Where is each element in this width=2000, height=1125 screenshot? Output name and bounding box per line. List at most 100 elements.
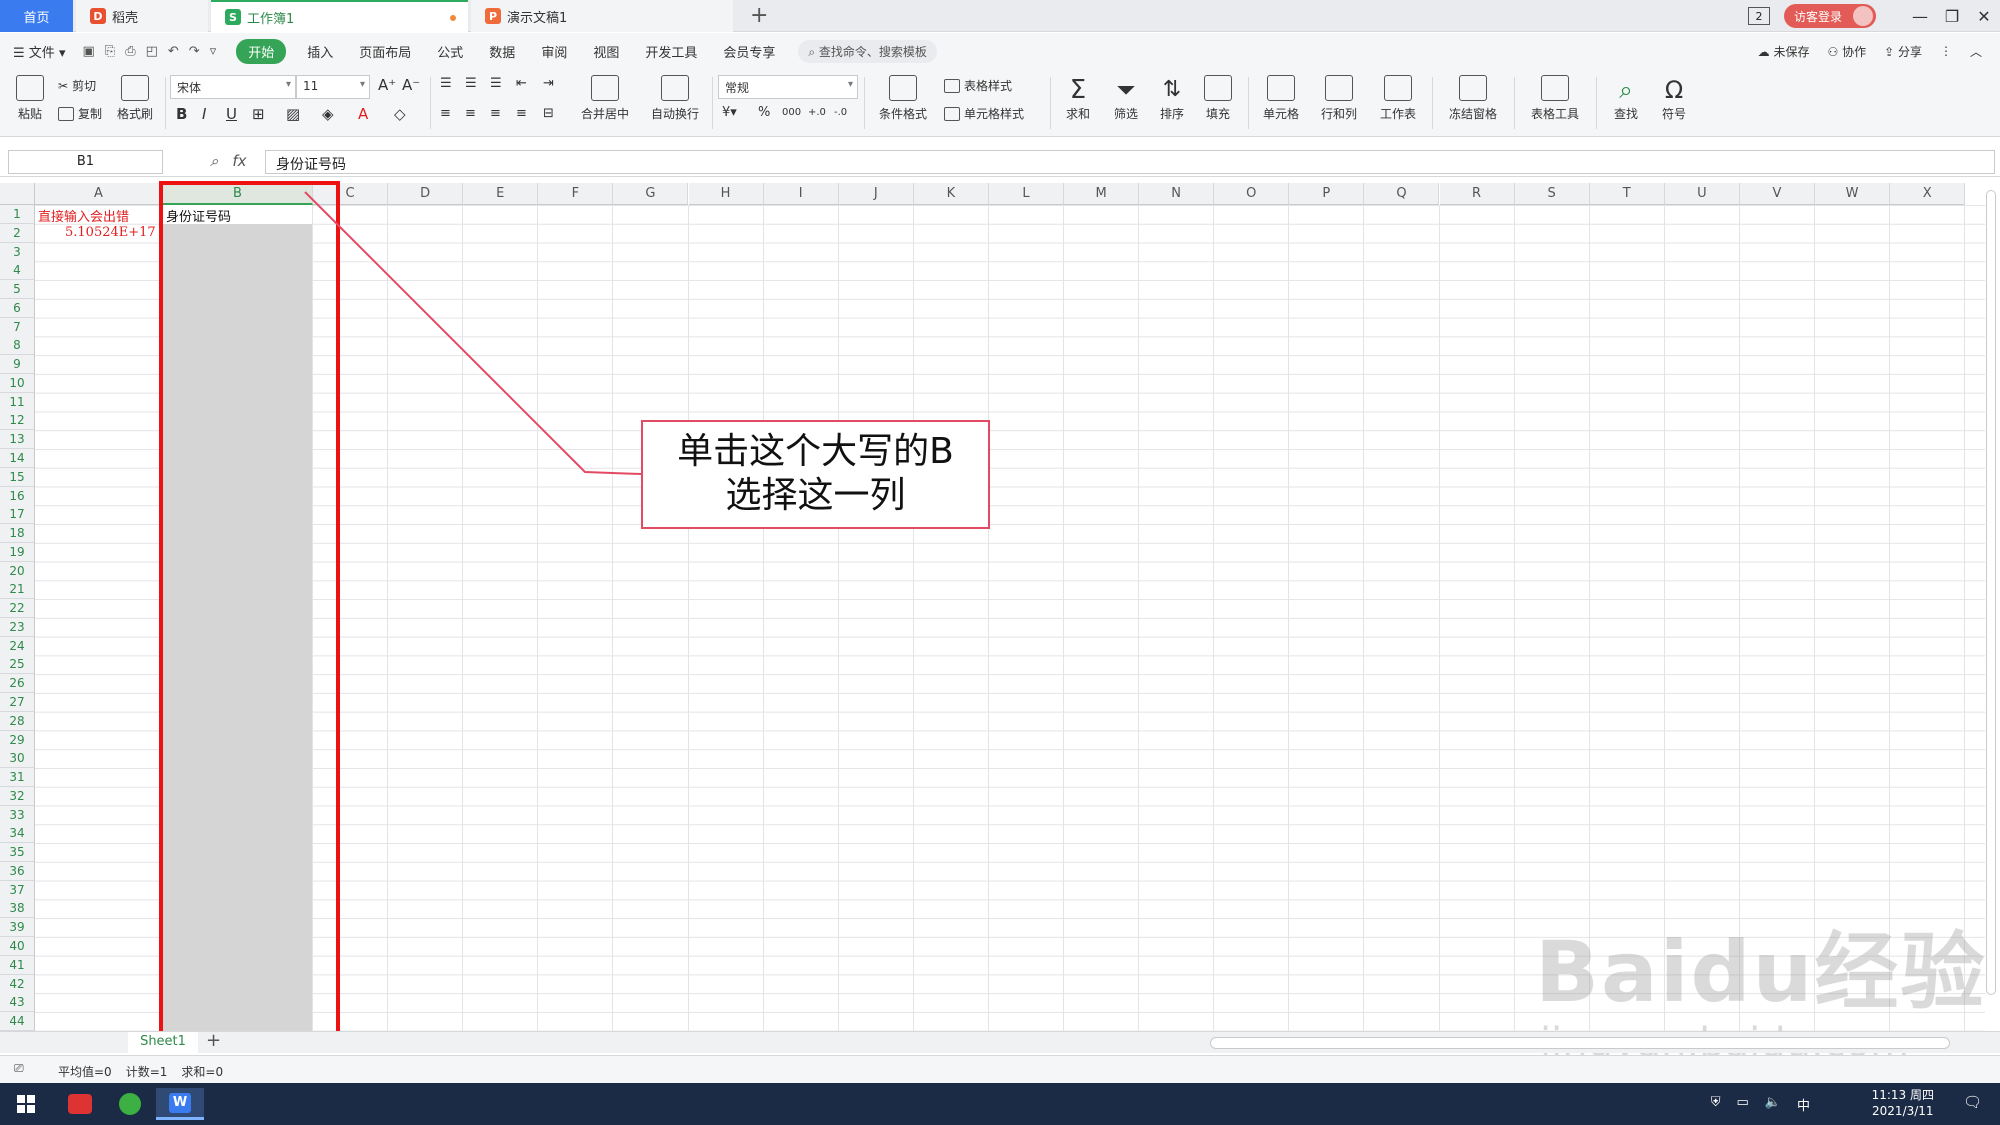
tab-workbook[interactable]: S 工作簿1 [211, 0, 468, 32]
column-header-t[interactable]: T [1589, 183, 1665, 205]
tab-daoke[interactable]: D 稻壳 [76, 0, 208, 32]
row-header[interactable]: 9 [0, 355, 35, 375]
row-header[interactable]: 44 [0, 1012, 35, 1031]
cell-a2[interactable]: 5.10524E+17 [65, 225, 156, 240]
row-header[interactable]: 37 [0, 880, 35, 900]
conditional-format-button[interactable]: 条件格式 [872, 75, 934, 122]
column-header-l[interactable]: L [988, 183, 1064, 205]
share-button[interactable]: ⇪ 分享 [1884, 43, 1922, 60]
column-header-q[interactable]: Q [1364, 183, 1440, 205]
restore-button[interactable]: ❐ [1936, 7, 1968, 26]
column-header-s[interactable]: S [1514, 183, 1590, 205]
table-style-button[interactable]: 表格样式 [944, 77, 1012, 94]
row-header[interactable]: 27 [0, 693, 35, 713]
taskbar-wps-app[interactable]: W [156, 1088, 204, 1120]
indent-decrease-icon[interactable]: ⇤ [516, 76, 527, 91]
new-tab-button[interactable]: + [750, 3, 768, 28]
font-size-select[interactable]: 11 [296, 75, 370, 99]
unsaved-button[interactable]: ☁ 未保存 [1758, 43, 1810, 60]
justify-icon[interactable]: ≡ [516, 106, 527, 121]
row-header[interactable]: 32 [0, 786, 35, 806]
more-icon[interactable]: ⋮ [1940, 44, 1952, 58]
font-name-select[interactable]: 宋体 [170, 75, 296, 99]
tab-home[interactable]: 首页 [0, 0, 73, 32]
cut-button[interactable]: ✂ 剪切 [58, 77, 96, 94]
redo-icon[interactable]: ↷ [189, 44, 200, 59]
shield-icon[interactable]: ⛨ [1711, 1095, 1721, 1114]
zoom-formula-icon[interactable]: ⌕ [210, 152, 218, 170]
sheet-tab-sheet1[interactable]: Sheet1 [128, 1032, 198, 1054]
command-search-input[interactable]: ⌕ 查找命令、搜索模板 [798, 39, 937, 63]
vertical-scrollbar[interactable] [1986, 190, 1996, 995]
thousands-icon[interactable]: 000 [782, 107, 801, 118]
row-header[interactable]: 25 [0, 655, 35, 675]
row-header[interactable]: 8 [0, 336, 35, 356]
percent-icon[interactable]: % [758, 105, 770, 120]
decrease-font-icon[interactable]: A⁻ [402, 76, 420, 94]
formula-input[interactable]: 身份证号码 [265, 150, 1995, 174]
cell-shade-icon[interactable]: ▨ [286, 105, 300, 123]
window-count-badge[interactable]: 2 [1747, 7, 1770, 25]
sum-button[interactable]: Σ 求和 [1056, 75, 1100, 122]
collab-button[interactable]: ⚇ 协作 [1828, 43, 1867, 60]
row-header[interactable]: 43 [0, 993, 35, 1013]
row-header[interactable]: 40 [0, 937, 35, 957]
name-box[interactable]: B1 [8, 150, 163, 174]
row-header[interactable]: 20 [0, 561, 35, 581]
row-header[interactable]: 29 [0, 730, 35, 750]
column-header-v[interactable]: V [1739, 183, 1815, 205]
paste-button[interactable]: 粘贴 [10, 75, 50, 122]
volume-icon[interactable]: 🔈 [1765, 1095, 1781, 1114]
column-header-d[interactable]: D [388, 183, 464, 205]
row-header[interactable]: 33 [0, 805, 35, 825]
add-sheet-button[interactable]: + [206, 1030, 221, 1051]
increase-font-icon[interactable]: A⁺ [378, 76, 396, 94]
column-header-a[interactable]: A [35, 183, 163, 205]
row-header[interactable]: 7 [0, 317, 35, 337]
tab-data[interactable]: 数据 [476, 42, 528, 61]
save-icon[interactable]: ▣ [82, 44, 94, 59]
border-icon[interactable]: ⊞ [252, 105, 265, 123]
align-middle-icon[interactable]: ☰ [465, 76, 477, 91]
cell-button[interactable]: 单元格 [1256, 75, 1306, 122]
row-header[interactable]: 3 [0, 242, 35, 262]
fx-icon[interactable]: fx [232, 152, 246, 170]
column-header-m[interactable]: M [1064, 183, 1140, 205]
row-header[interactable]: 21 [0, 580, 35, 600]
column-header-h[interactable]: H [688, 183, 764, 205]
row-header[interactable]: 24 [0, 636, 35, 656]
collapse-ribbon-icon[interactable]: ︿ [1970, 43, 1982, 60]
row-header[interactable]: 14 [0, 449, 35, 468]
row-header[interactable]: 1 [0, 205, 35, 224]
row-header[interactable]: 39 [0, 918, 35, 938]
filter-button[interactable]: ⏷ 筛选 [1104, 75, 1148, 122]
ime-indicator[interactable]: 中 [1797, 1095, 1810, 1114]
align-center-icon[interactable]: ≡ [465, 106, 476, 121]
align-right-icon[interactable]: ≡ [490, 106, 501, 121]
decimal-increase-icon[interactable]: +.0 [808, 107, 826, 118]
horizontal-scrollbar[interactable] [1210, 1037, 1950, 1049]
undo-icon[interactable]: ↶ [168, 44, 179, 59]
indent-increase-icon[interactable]: ⇥ [543, 76, 554, 91]
column-header-x[interactable]: X [1890, 183, 1966, 205]
row-header[interactable]: 13 [0, 430, 35, 450]
underline-button[interactable]: U [226, 105, 237, 123]
row-header[interactable]: 19 [0, 542, 35, 562]
row-header[interactable]: 5 [0, 280, 35, 300]
tab-member[interactable]: 会员专享 [710, 42, 788, 61]
bold-button[interactable]: B [176, 105, 187, 123]
column-header-j[interactable]: J [838, 183, 914, 205]
row-header[interactable]: 16 [0, 486, 35, 506]
row-header[interactable]: 15 [0, 467, 35, 487]
taskbar-browser-app[interactable] [106, 1088, 154, 1120]
tab-view[interactable]: 视图 [580, 42, 632, 61]
column-header-k[interactable]: K [913, 183, 989, 205]
row-header[interactable]: 38 [0, 899, 35, 919]
merge-center-button[interactable]: 合并居中 [575, 75, 635, 122]
row-header[interactable]: 42 [0, 974, 35, 994]
row-header[interactable]: 11 [0, 392, 35, 412]
export-icon[interactable]: ⎘ [105, 44, 115, 59]
column-header-r[interactable]: R [1439, 183, 1515, 205]
number-format-select[interactable]: 常规 [718, 75, 858, 99]
row-header[interactable]: 4 [0, 261, 35, 281]
